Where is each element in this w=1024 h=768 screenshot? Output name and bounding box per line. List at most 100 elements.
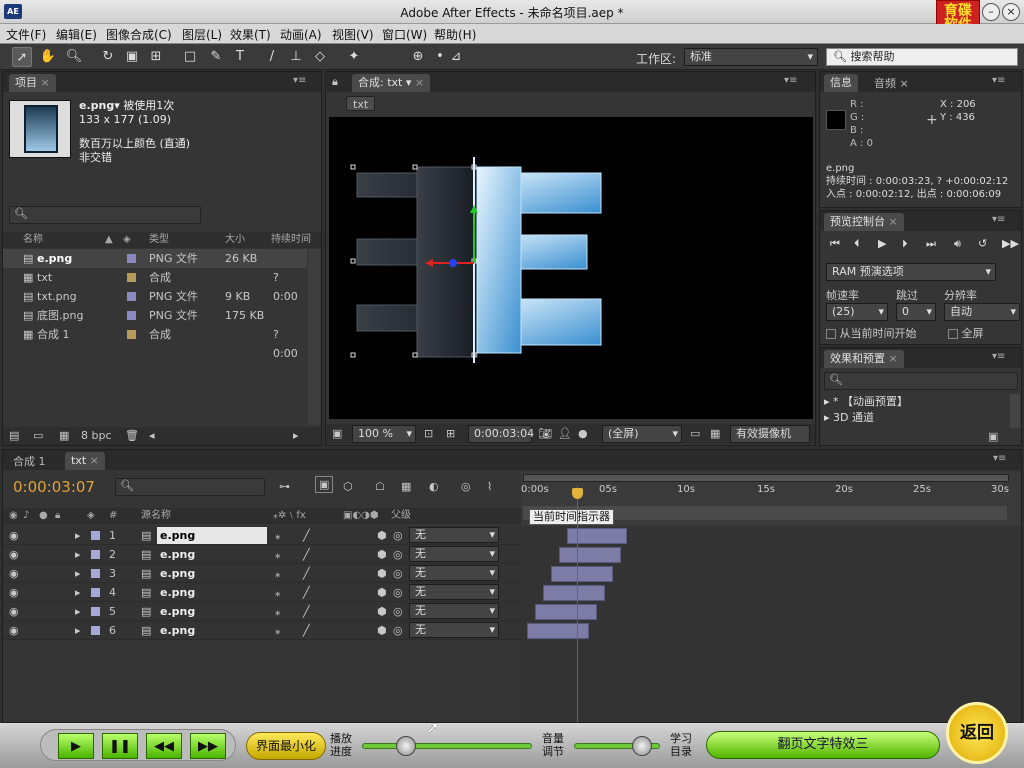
pickwhip-icon[interactable]: ◎ bbox=[393, 564, 403, 583]
layer-duration-bar[interactable] bbox=[567, 528, 627, 544]
quality-switch-icon[interactable]: ╱ bbox=[303, 621, 310, 640]
list-item[interactable]: ▦ txt 合成 ? 0:00 bbox=[3, 268, 307, 303]
parent-select[interactable]: 无 ▾ bbox=[409, 546, 499, 562]
live-update-icon[interactable]: ▣ bbox=[315, 476, 334, 493]
ram-preview-options-select[interactable]: RAM 预演选项 ▾ bbox=[826, 263, 996, 281]
table-row[interactable]: ◉ ▸ 4 ▤ e.png ⁎ ╱ ⬢ ◎ 无 ▾ bbox=[3, 583, 521, 602]
safe-zones-icon[interactable]: ⊞ bbox=[446, 424, 455, 444]
minimize-interface-button[interactable]: 界面最小化 bbox=[246, 732, 326, 760]
time-ruler[interactable]: 0:00s 05s 10s 15s 20s 25s 30s bbox=[521, 484, 1009, 504]
panel-menu-icon[interactable]: ▾≡ bbox=[992, 75, 1005, 86]
next-frame-icon[interactable]: ⏵ bbox=[902, 237, 908, 251]
menu-window[interactable]: 窗口(W) bbox=[382, 26, 427, 43]
3d-layer-icon[interactable]: ⬢ bbox=[377, 545, 387, 564]
frame-blending-icon[interactable]: ▦ bbox=[401, 480, 411, 493]
tab-info[interactable]: 信息 bbox=[824, 74, 858, 92]
pen-tool-icon[interactable]: ✎ bbox=[206, 47, 226, 67]
quality-switch-icon[interactable]: ╱ bbox=[303, 526, 310, 545]
scroll-left-icon[interactable]: ◂ bbox=[149, 427, 155, 445]
eye-visibility-icon[interactable]: ◉ bbox=[9, 602, 19, 621]
quality-switch-icon[interactable]: ╱ bbox=[303, 602, 310, 621]
table-row[interactable]: ◉ ▸ 1 ▤ e.png ⁎ ╱ ⬢ ◎ 无 ▾ bbox=[3, 526, 521, 545]
bpc-label[interactable]: 8 bpc bbox=[81, 427, 112, 445]
shy-switch-icon[interactable]: ⁎ bbox=[275, 583, 281, 602]
shy-switch-icon[interactable]: ⁎ bbox=[275, 564, 281, 583]
expand-triangle-icon[interactable]: ▸ bbox=[75, 545, 81, 564]
eye-visibility-icon[interactable]: ◉ bbox=[9, 564, 19, 583]
eye-visibility-icon[interactable]: ◉ bbox=[9, 545, 19, 564]
3d-layer-icon[interactable]: ⬢ bbox=[377, 621, 387, 640]
pickwhip-icon[interactable]: ◎ bbox=[393, 526, 403, 545]
timeline-search-input[interactable]: 🔍︎ bbox=[115, 478, 265, 496]
col-source-name[interactable]: 源名称 bbox=[141, 508, 171, 524]
composition-viewer[interactable] bbox=[329, 117, 813, 419]
fullscreen-checkbox[interactable]: 全屏 bbox=[948, 325, 984, 341]
project-search-input[interactable]: 🔍︎ bbox=[9, 206, 201, 224]
audio-speaker-icon[interactable]: ♪ bbox=[23, 508, 29, 524]
label-tag-icon[interactable]: ◈ bbox=[87, 508, 95, 524]
comp-mini-flowchart-icon[interactable]: ⊶ bbox=[279, 480, 290, 493]
pickwhip-icon[interactable]: ◎ bbox=[393, 602, 403, 621]
scroll-right-icon[interactable]: ▸ bbox=[293, 427, 299, 445]
zoom-select[interactable]: 100 % ▾ bbox=[352, 425, 416, 443]
col-parent[interactable]: 父级 bbox=[391, 508, 411, 524]
list-item[interactable]: ▸ * 【动画预置】 bbox=[824, 394, 908, 410]
effects-search-input[interactable]: 🔍︎ bbox=[824, 372, 1018, 390]
rewind-button[interactable]: ◀◀ bbox=[146, 733, 182, 759]
color-channel-icon[interactable]: ● bbox=[578, 424, 588, 444]
play-button[interactable]: ▶ bbox=[58, 733, 94, 759]
play-icon[interactable]: ▶ bbox=[878, 237, 886, 250]
graph-editor-icon[interactable]: ⌇ bbox=[487, 480, 492, 493]
camera-select[interactable]: 有效摄像机 bbox=[730, 425, 810, 443]
3d-layer-icon[interactable]: ⬢ bbox=[377, 526, 387, 545]
selection-tool-icon[interactable]: ➚ bbox=[12, 47, 32, 67]
volume-slider-thumb[interactable] bbox=[632, 736, 652, 756]
layer-duration-bar[interactable] bbox=[559, 547, 621, 563]
last-frame-icon[interactable]: ⏭ bbox=[926, 237, 936, 251]
timecode-display[interactable]: 0:00:03:04 bbox=[468, 425, 534, 443]
menu-help[interactable]: 帮助(H) bbox=[434, 26, 476, 43]
rotate-tool-icon[interactable]: ↻ bbox=[98, 47, 118, 67]
eraser-tool-icon[interactable]: ◇ bbox=[310, 47, 330, 67]
list-item[interactable]: ▦ 合成 1 合成 ? 0:00 bbox=[3, 325, 307, 360]
label-color-swatch[interactable] bbox=[91, 588, 100, 597]
parent-select[interactable]: 无 ▾ bbox=[409, 565, 499, 581]
panel-menu-icon[interactable]: ▾≡ bbox=[993, 453, 1006, 464]
expand-triangle-icon[interactable]: ▸ bbox=[75, 602, 81, 621]
shy-switch-icon[interactable]: ⁎ bbox=[275, 545, 281, 564]
menu-composition[interactable]: 图像合成(C) bbox=[106, 26, 172, 43]
menu-effect[interactable]: 效果(T) bbox=[230, 26, 271, 43]
label-color-swatch[interactable] bbox=[91, 550, 100, 559]
time-navigator-bar[interactable] bbox=[523, 474, 1009, 482]
pause-button[interactable]: ❚❚ bbox=[102, 733, 138, 759]
tab-timeline-txt[interactable]: txt × bbox=[65, 452, 105, 470]
layer-duration-bar[interactable] bbox=[551, 566, 613, 582]
hand-tool-icon[interactable]: ✋ bbox=[38, 47, 58, 67]
workspace-select[interactable]: 标准 ▾ bbox=[684, 48, 818, 66]
video-eye-icon[interactable]: ◉ bbox=[9, 508, 18, 524]
current-time-indicator-line[interactable] bbox=[577, 486, 578, 722]
lock-icon[interactable]: 🔒︎ bbox=[332, 75, 338, 89]
rectangle-mask-tool-icon[interactable]: □ bbox=[180, 47, 200, 67]
panel-menu-icon[interactable]: ▾≡ bbox=[293, 75, 306, 86]
hide-shy-layers-icon[interactable]: ☖ bbox=[375, 480, 385, 493]
skip-select[interactable]: 0 ▾ bbox=[896, 303, 936, 321]
new-composition-icon[interactable]: ▦ bbox=[59, 427, 69, 445]
progress-slider-thumb[interactable] bbox=[396, 736, 416, 756]
brush-tool-icon[interactable]: / bbox=[262, 47, 282, 67]
previous-frame-icon[interactable]: ⏴ bbox=[854, 237, 860, 251]
local-axis-icon[interactable]: ⊕ bbox=[408, 47, 428, 67]
menu-animation[interactable]: 动画(A) bbox=[280, 26, 322, 43]
motion-blur-icon[interactable]: ◐ bbox=[429, 480, 439, 493]
minimize-window-button[interactable]: – bbox=[982, 3, 1000, 21]
project-vertical-scrollbar[interactable] bbox=[308, 249, 320, 425]
help-search-input[interactable]: 🔍︎ 搜索帮助 bbox=[826, 48, 1018, 66]
panel-menu-icon[interactable]: ▾≡ bbox=[992, 214, 1005, 225]
eye-visibility-icon[interactable]: ◉ bbox=[9, 583, 19, 602]
resolution-select[interactable]: (全屏) ▾ bbox=[602, 425, 682, 443]
zoom-tool-icon[interactable]: 🔍︎ bbox=[64, 47, 84, 67]
table-row[interactable]: ◉ ▸ 6 ▤ e.png ⁎ ╱ ⬢ ◎ 无 ▾ bbox=[3, 621, 521, 640]
transparency-grid-icon[interactable]: ▦ bbox=[710, 424, 720, 444]
pan-behind-tool-icon[interactable]: ⊞ bbox=[146, 47, 166, 67]
layer-duration-bar[interactable] bbox=[527, 623, 589, 639]
